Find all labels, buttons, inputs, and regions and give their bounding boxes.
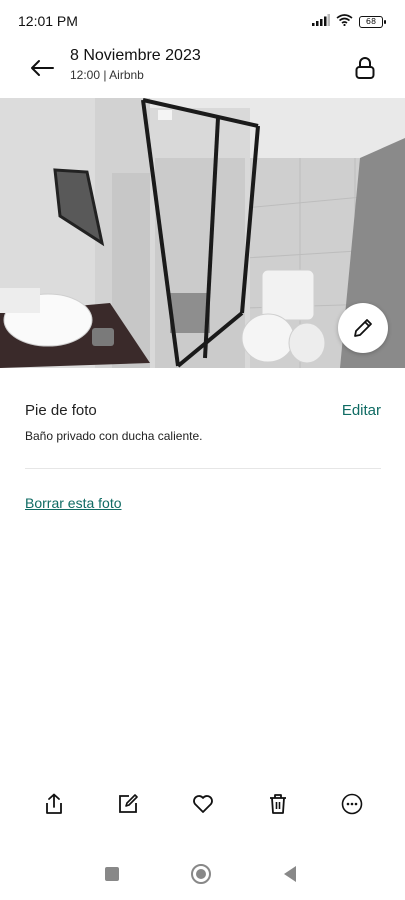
divider — [25, 468, 381, 469]
edit-photo-button[interactable] — [338, 303, 388, 353]
caption-edit-button[interactable]: Editar — [342, 402, 381, 419]
caption-label: Pie de foto — [25, 402, 97, 419]
edit-icon — [119, 794, 138, 813]
lock-button[interactable] — [345, 48, 385, 88]
lock-icon — [355, 57, 375, 79]
delete-photo-link[interactable]: Borrar esta foto — [25, 495, 122, 511]
caption-text: Baño privado con ducha caliente. — [25, 429, 203, 443]
app-header: 8 Noviembre 2023 12:00 | Airbnb — [0, 40, 405, 98]
share-button[interactable] — [40, 790, 68, 818]
share-icon — [46, 793, 62, 814]
favorite-button[interactable] — [189, 790, 217, 818]
wifi-icon — [336, 13, 353, 31]
edit-button[interactable] — [114, 790, 142, 818]
recents-icon — [105, 867, 119, 881]
caption-row: Pie de foto Editar — [25, 400, 381, 422]
status-icons: 68 — [312, 13, 386, 31]
system-nav-bar — [0, 856, 405, 892]
recents-button[interactable] — [100, 862, 124, 886]
more-icon — [341, 793, 363, 815]
status-bar: 12:01 PM 68 — [0, 0, 405, 40]
page-title: 8 Noviembre 2023 — [70, 47, 201, 64]
signal-icon — [312, 13, 330, 31]
status-time: 12:01 PM — [18, 13, 78, 29]
action-bar — [0, 784, 405, 824]
pencil-icon — [354, 319, 372, 337]
home-button[interactable] — [189, 862, 213, 886]
more-button[interactable] — [338, 790, 366, 818]
back-icon — [284, 866, 296, 882]
heart-icon — [193, 795, 213, 813]
page-subtitle: 12:00 | Airbnb — [70, 68, 144, 82]
trash-icon — [270, 794, 286, 814]
nav-back-button[interactable] — [278, 862, 302, 886]
battery-icon: 68 — [359, 16, 386, 28]
delete-button[interactable] — [264, 790, 292, 818]
back-arrow-icon — [31, 60, 54, 76]
home-icon — [191, 864, 211, 884]
back-button[interactable] — [22, 48, 62, 88]
